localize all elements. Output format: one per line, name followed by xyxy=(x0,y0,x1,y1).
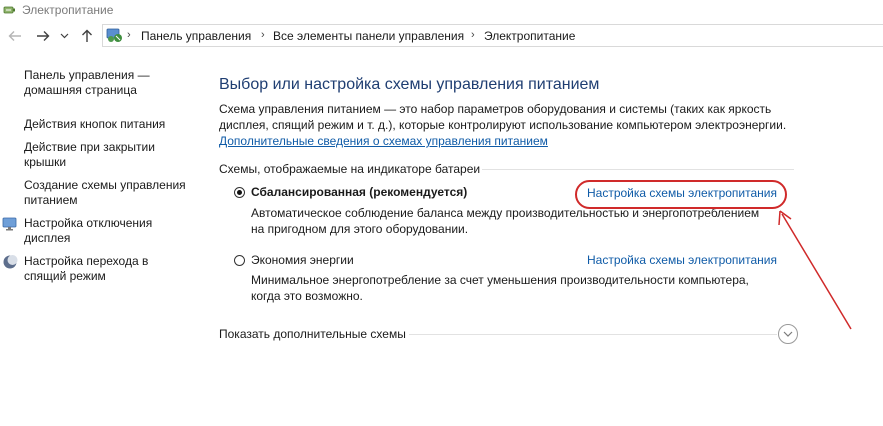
control-panel-icon xyxy=(106,27,124,47)
more-info-link[interactable]: Дополнительные сведения о схемах управле… xyxy=(219,134,548,148)
annotation-highlight-ellipse xyxy=(575,180,787,209)
address-bar[interactable]: › Панель управления › Все элементы панел… xyxy=(102,24,883,47)
sidebar-item-sleep[interactable]: Настройка перехода в спящий режим xyxy=(24,254,174,284)
window-title: Электропитание xyxy=(22,3,114,17)
breadcrumb-all-items[interactable]: Все элементы панели управления xyxy=(273,29,464,43)
arrow-right-icon[interactable] xyxy=(34,27,52,45)
plan-name-power-saver[interactable]: Экономия энергии xyxy=(251,253,354,267)
show-more-divider xyxy=(409,334,777,335)
sidebar-item-lid-close[interactable]: Действие при закрытии крышки xyxy=(24,140,174,170)
plan-settings-link-power-saver[interactable]: Настройка схемы электропитания xyxy=(587,253,777,267)
plan-description-power-saver: Минимальное энергопотребление за счет ум… xyxy=(251,273,749,303)
page-title: Выбор или настройка схемы управления пит… xyxy=(219,76,600,93)
section-divider xyxy=(482,169,794,170)
display-monitor-icon xyxy=(2,216,18,235)
plan-radio-balanced[interactable] xyxy=(234,187,245,198)
sidebar-item-create-plan[interactable]: Создание схемы управления питанием xyxy=(24,178,194,208)
breadcrumb-separator: › xyxy=(471,29,475,41)
plan-radio-power-saver[interactable] xyxy=(234,255,245,266)
sidebar-item-power-buttons[interactable]: Действия кнопок питания xyxy=(24,117,194,132)
section-label: Схемы, отображаемые на индикаторе батаре… xyxy=(219,162,481,176)
sleep-moon-icon xyxy=(2,254,18,273)
arrow-up-icon[interactable] xyxy=(78,27,96,45)
power-options-icon xyxy=(3,2,18,20)
breadcrumb-control-panel[interactable]: Панель управления xyxy=(141,29,251,43)
show-more-plans-label[interactable]: Показать дополнительные схемы xyxy=(219,327,406,341)
sidebar-item-display-off[interactable]: Настройка отключения дисплея xyxy=(24,216,174,246)
plan-name-balanced[interactable]: Сбалансированная (рекомендуется) xyxy=(251,185,467,199)
description-text: Схема управления питанием — это набор па… xyxy=(219,102,787,132)
sidebar-item-control-panel-home[interactable]: Панель управления — домашняя страница xyxy=(24,68,194,98)
breadcrumb-separator: › xyxy=(261,29,265,41)
navigation-bar: › Панель управления › Все элементы панел… xyxy=(0,23,883,49)
breadcrumb-power-options[interactable]: Электропитание xyxy=(484,29,575,43)
chevron-down-icon[interactable] xyxy=(58,27,70,45)
breadcrumb-separator: › xyxy=(127,29,131,41)
arrow-left-icon[interactable] xyxy=(6,27,24,45)
plan-description-balanced: Автоматическое соблюдение баланса между … xyxy=(251,206,760,236)
chevron-down-circle-icon[interactable] xyxy=(778,324,798,344)
title-bar: Электропитание xyxy=(0,0,883,20)
page-description: Схема управления питанием — это набор па… xyxy=(219,101,809,149)
